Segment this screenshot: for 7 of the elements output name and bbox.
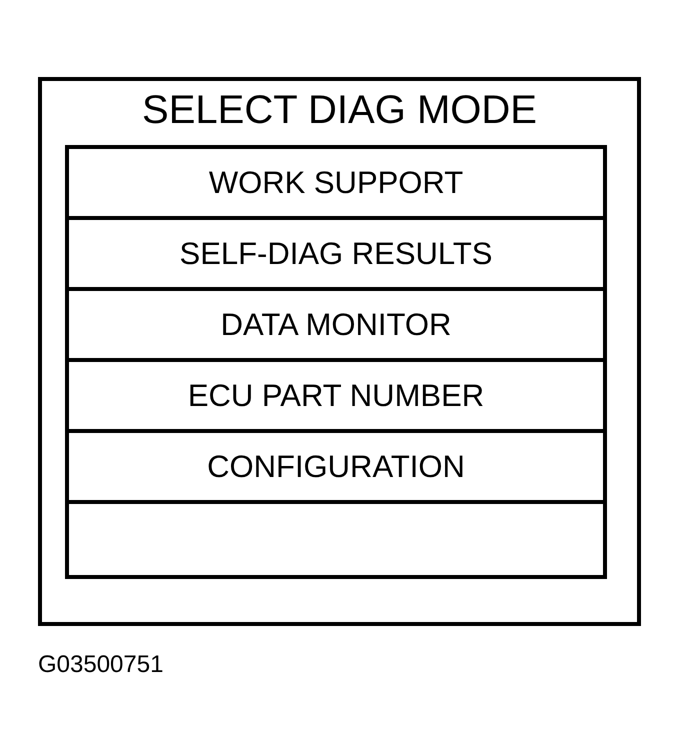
figure-code: G03500751 [38,651,164,678]
menu-item[interactable]: ECU PART NUMBER [69,362,603,433]
menu-item[interactable]: DATA MONITOR [69,291,603,362]
screen-title: SELECT DIAG MODE [142,90,537,130]
menu-item[interactable]: CONFIGURATION [69,433,603,504]
menu-item[interactable]: WORK SUPPORT [69,149,603,220]
menu-item[interactable]: SELF-DIAG RESULTS [69,220,603,291]
